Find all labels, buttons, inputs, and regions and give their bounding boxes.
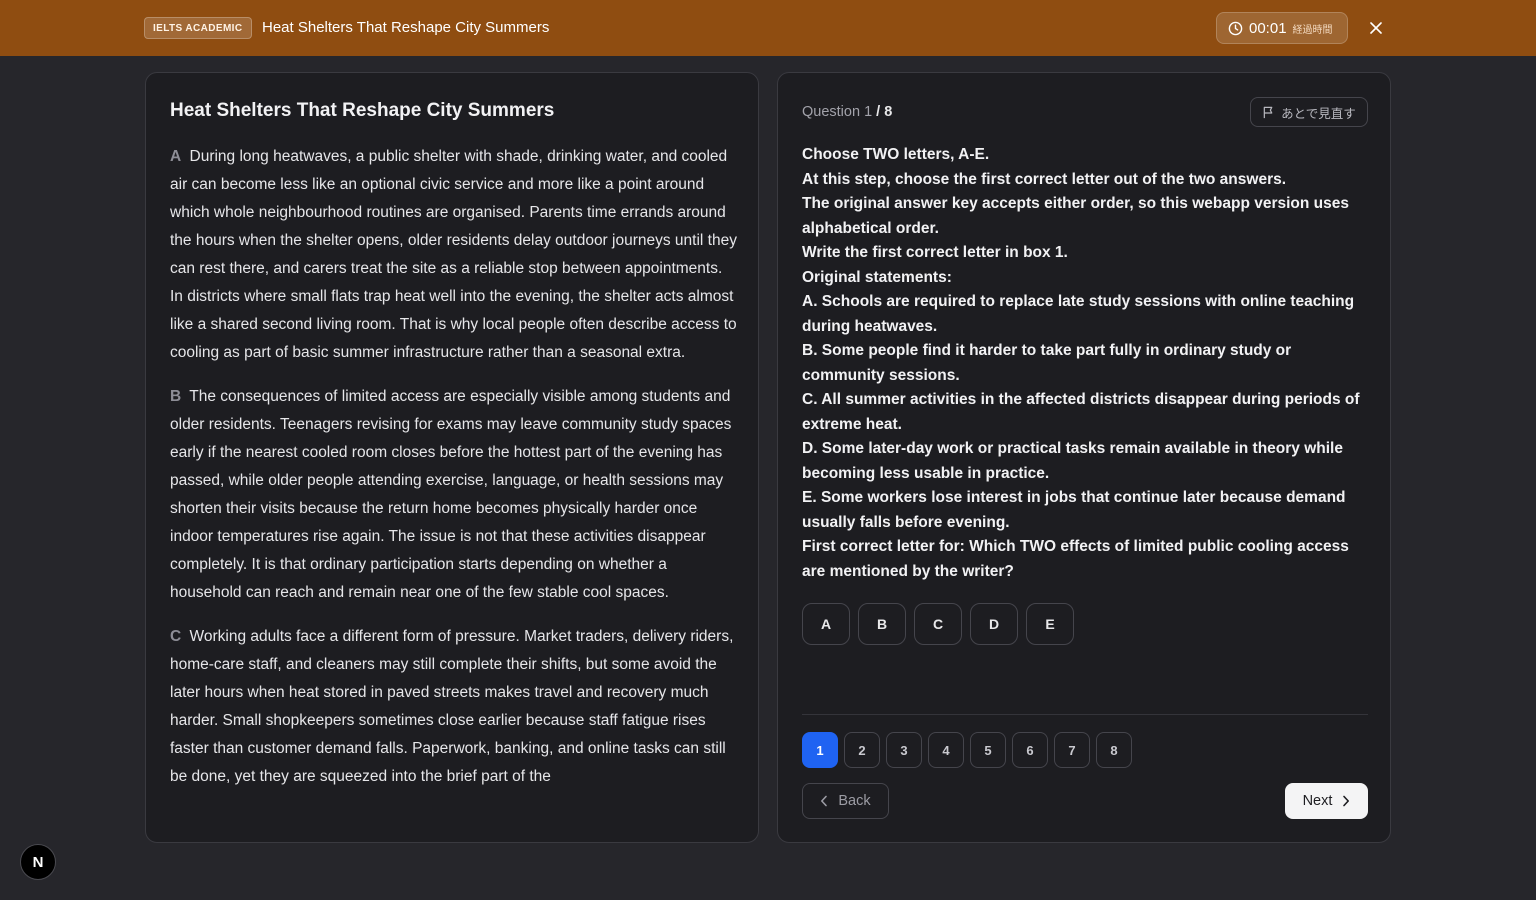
paragraph-letter: B xyxy=(170,388,182,405)
question-panel: Question 1 / 8 あとで見直す Choose TWO letters… xyxy=(777,72,1391,843)
chevron-left-icon xyxy=(820,795,828,807)
option-e-button[interactable]: E xyxy=(1026,603,1074,645)
passage-paragraph-c: C Working adults face a different form o… xyxy=(170,623,738,791)
top-bar: IELTS ACADEMIC Heat Shelters That Reshap… xyxy=(0,0,1536,56)
divider xyxy=(802,714,1368,715)
dev-tools-badge[interactable]: N xyxy=(20,844,56,880)
statement-c: C. All summer activities in the affected… xyxy=(802,391,1360,433)
question-line: The original answer key accepts either o… xyxy=(802,195,1350,237)
passage-title: Heat Shelters That Reshape City Summers xyxy=(170,100,555,121)
paragraph-letter: C xyxy=(170,628,182,645)
passage-body: A During long heatwaves, a public shelte… xyxy=(170,143,738,807)
question-nav-3[interactable]: 3 xyxy=(886,732,922,768)
option-c-button[interactable]: C xyxy=(914,603,962,645)
exam-type-badge: IELTS ACADEMIC xyxy=(144,17,252,39)
question-line: Choose TWO letters, A-E. xyxy=(802,146,990,163)
statement-b: B. Some people find it harder to take pa… xyxy=(802,342,1292,384)
question-text: Choose TWO letters, A-E. At this step, c… xyxy=(802,143,1368,584)
question-nav-6[interactable]: 6 xyxy=(1012,732,1048,768)
timer-value: 00:01 xyxy=(1249,19,1287,37)
review-later-button[interactable]: あとで見直す xyxy=(1250,97,1368,127)
chevron-right-icon xyxy=(1342,795,1350,807)
option-a-button[interactable]: A xyxy=(802,603,850,645)
paragraph-text: During long heatwaves, a public shelter … xyxy=(170,148,737,361)
paragraph-text: Working adults face a different form of … xyxy=(170,628,734,785)
question-line: At this step, choose the first correct l… xyxy=(802,170,1287,188)
close-button[interactable] xyxy=(1364,16,1388,40)
question-prompt: First correct letter for: Which TWO effe… xyxy=(802,538,1349,580)
answer-options: A B C D E xyxy=(802,603,1074,645)
paragraph-text: The consequences of limited access are e… xyxy=(170,388,732,601)
question-nav-1[interactable]: 1 xyxy=(802,732,838,768)
back-label: Back xyxy=(838,793,871,809)
option-d-button[interactable]: D xyxy=(970,603,1018,645)
question-nav-7[interactable]: 7 xyxy=(1054,732,1090,768)
question-line: Write the first correct letter in box 1. xyxy=(802,244,1068,261)
question-nav-5[interactable]: 5 xyxy=(970,732,1006,768)
question-nav-8[interactable]: 8 xyxy=(1096,732,1132,768)
passage-paragraph-b: B The consequences of limited access are… xyxy=(170,383,738,607)
question-counter-total: / 8 xyxy=(876,104,893,120)
question-counter-current: Question 1 xyxy=(802,104,873,120)
question-line: Original statements: xyxy=(802,268,952,286)
question-nav-4[interactable]: 4 xyxy=(928,732,964,768)
question-nav-2[interactable]: 2 xyxy=(844,732,880,768)
question-navigator: 1 2 3 4 5 6 7 8 xyxy=(802,732,1132,768)
option-b-button[interactable]: B xyxy=(858,603,906,645)
close-icon xyxy=(1370,22,1382,34)
review-later-label: あとで見直す xyxy=(1281,106,1356,121)
flag-icon xyxy=(1262,106,1275,119)
passage-panel[interactable]: Heat Shelters That Reshape City Summers … xyxy=(145,72,759,843)
next-label: Next xyxy=(1302,793,1333,809)
statement-d: D. Some later-day work or practical task… xyxy=(802,440,1343,482)
question-counter: Question 1 / 8 xyxy=(802,104,892,120)
elapsed-timer: 00:01 経過時間 xyxy=(1216,12,1348,44)
statement-a: A. Schools are required to replace late … xyxy=(802,293,1355,335)
timer-label: 経過時間 xyxy=(1292,24,1333,36)
statement-e: E. Some workers lose interest in jobs th… xyxy=(802,489,1346,531)
clock-icon xyxy=(1228,21,1243,36)
passage-paragraph-a: A During long heatwaves, a public shelte… xyxy=(170,143,738,367)
paragraph-letter: A xyxy=(170,148,182,165)
back-button[interactable]: Back xyxy=(802,783,889,819)
next-button[interactable]: Next xyxy=(1285,783,1368,819)
test-title: Heat Shelters That Reshape City Summers xyxy=(262,19,550,36)
